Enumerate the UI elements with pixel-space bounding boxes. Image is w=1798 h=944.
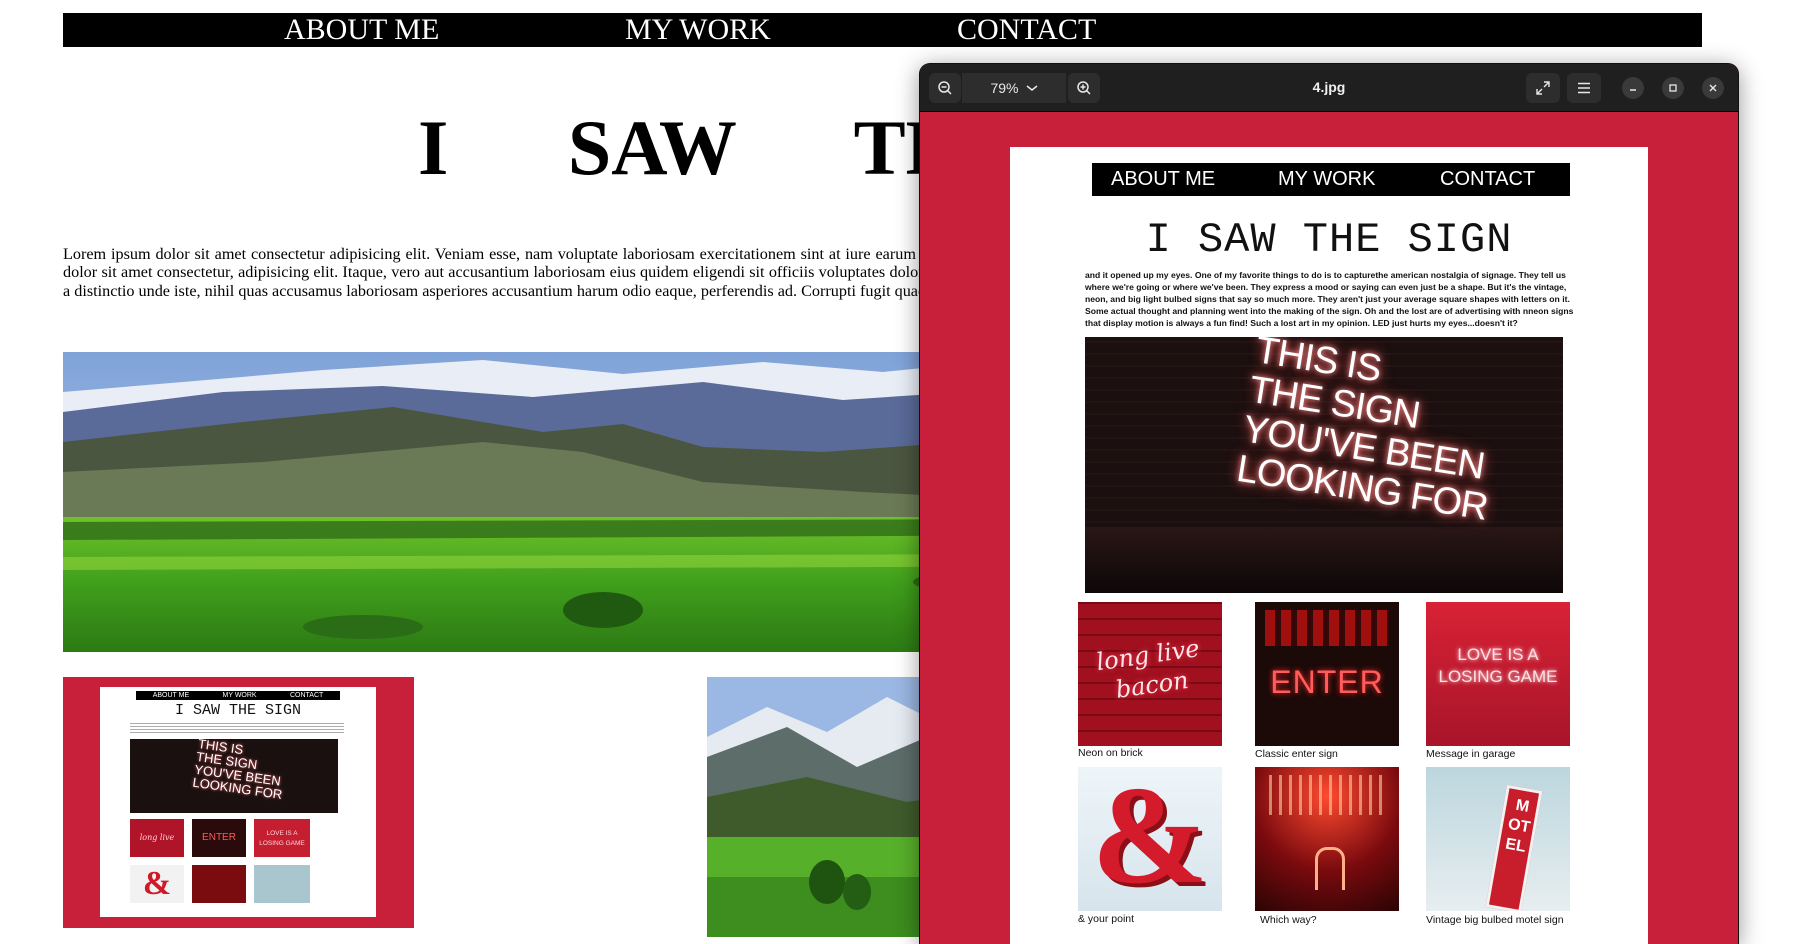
zoom-in-button[interactable] — [1068, 73, 1100, 103]
hamburger-menu-icon — [1578, 82, 1590, 94]
mockup-hero-neon-photo: THIS IS THE SIGN YOU'VE BEEN LOOKING FOR — [1085, 337, 1563, 593]
mockup-caption-ampersand: & your point — [1078, 913, 1135, 925]
fullscreen-icon — [1536, 81, 1550, 95]
thumb-tile-arrow — [192, 865, 246, 903]
mockup-caption-love-sign: Message in garage — [1426, 748, 1516, 760]
thumb-tile-love: LOVE IS A LOSING GAME — [254, 819, 310, 857]
nav-contact[interactable]: CONTACT — [957, 13, 1096, 47]
nav-about-me[interactable]: ABOUT ME — [284, 13, 439, 47]
design-mockup-thumbnail[interactable]: ABOUT ME MY WORK CONTACT I SAW THE SIGN … — [63, 677, 414, 928]
close-icon — [1709, 84, 1717, 92]
zoom-in-icon — [1077, 81, 1091, 95]
mockup-caption-arrow-sign: Which way? — [1260, 914, 1317, 926]
mockup-caption-motel-sign: Vintage big bulbed motel sign — [1426, 914, 1564, 926]
zoom-out-button[interactable] — [929, 73, 961, 103]
mockup-tile-ampersand: & — [1078, 767, 1222, 911]
mockup-nav-contact: CONTACT — [1440, 168, 1536, 190]
maximize-button[interactable] — [1662, 77, 1684, 99]
mockup-title: I SAW THE SIGN — [1145, 216, 1513, 264]
thumb-hero-neon: THIS IS THE SIGN YOU'VE BEEN LOOKING FOR — [130, 739, 338, 813]
mockup-navigation: ABOUT ME MY WORK CONTACT — [1092, 163, 1570, 196]
main-menu-button[interactable] — [1567, 73, 1601, 103]
mockup-nav-my-work: MY WORK — [1278, 168, 1376, 190]
minimize-icon — [1630, 89, 1636, 91]
maximize-icon — [1669, 84, 1677, 92]
thumb-nav-contact: CONTACT — [289, 692, 324, 699]
mockup-body-text: and it opened up my eyes. One of my favo… — [1085, 270, 1574, 328]
thumb-tile-bacon: long live bacon — [130, 819, 184, 880]
thumb-title: I SAW THE SIGN — [174, 702, 302, 719]
thumb-tile-motel — [254, 865, 310, 903]
fullscreen-button[interactable] — [1526, 73, 1560, 103]
chevron-down-icon — [1026, 85, 1037, 91]
thumb-nav-work: MY WORK — [222, 692, 257, 699]
zoom-out-icon — [938, 81, 952, 95]
top-navigation: ABOUT ME MY WORK CONTACT — [63, 13, 1702, 47]
mockup-nav-about-me: ABOUT ME — [1111, 168, 1216, 190]
mockup-tile-arrow-sign — [1255, 767, 1399, 911]
zoom-level-value: 79% — [990, 80, 1019, 96]
displayed-image: ABOUT ME MY WORK CONTACT I SAW THE SIGN … — [1010, 147, 1648, 944]
close-button[interactable] — [1702, 77, 1724, 99]
nav-my-work[interactable]: MY WORK — [625, 13, 771, 47]
mockup-caption-enter-sign: Classic enter sign — [1255, 748, 1338, 760]
thumb-nav-about: ABOUT ME — [152, 692, 190, 699]
mockup-tile-neon-brick: long live bacon — [1078, 602, 1222, 746]
image-viewer-window: 79% 4.jpg ABOUT ME MY WORK CONTACT I SAW — [920, 64, 1738, 944]
zoom-level-dropdown[interactable]: 79% — [962, 73, 1066, 103]
thumb-tile-ampersand: & — [130, 865, 184, 903]
minimize-button[interactable] — [1622, 77, 1644, 99]
thumb-tile-enter: ENTER — [192, 819, 246, 857]
mockup-caption-neon-brick: Neon on brick — [1078, 747, 1143, 759]
mockup-tile-love-sign: LOVE IS A LOSING GAME — [1426, 602, 1570, 746]
viewer-header-bar: 79% 4.jpg — [920, 64, 1738, 112]
mockup-tile-motel-sign: MOTEL — [1426, 767, 1570, 911]
mockup-tile-enter-sign: ENTER — [1255, 602, 1399, 746]
